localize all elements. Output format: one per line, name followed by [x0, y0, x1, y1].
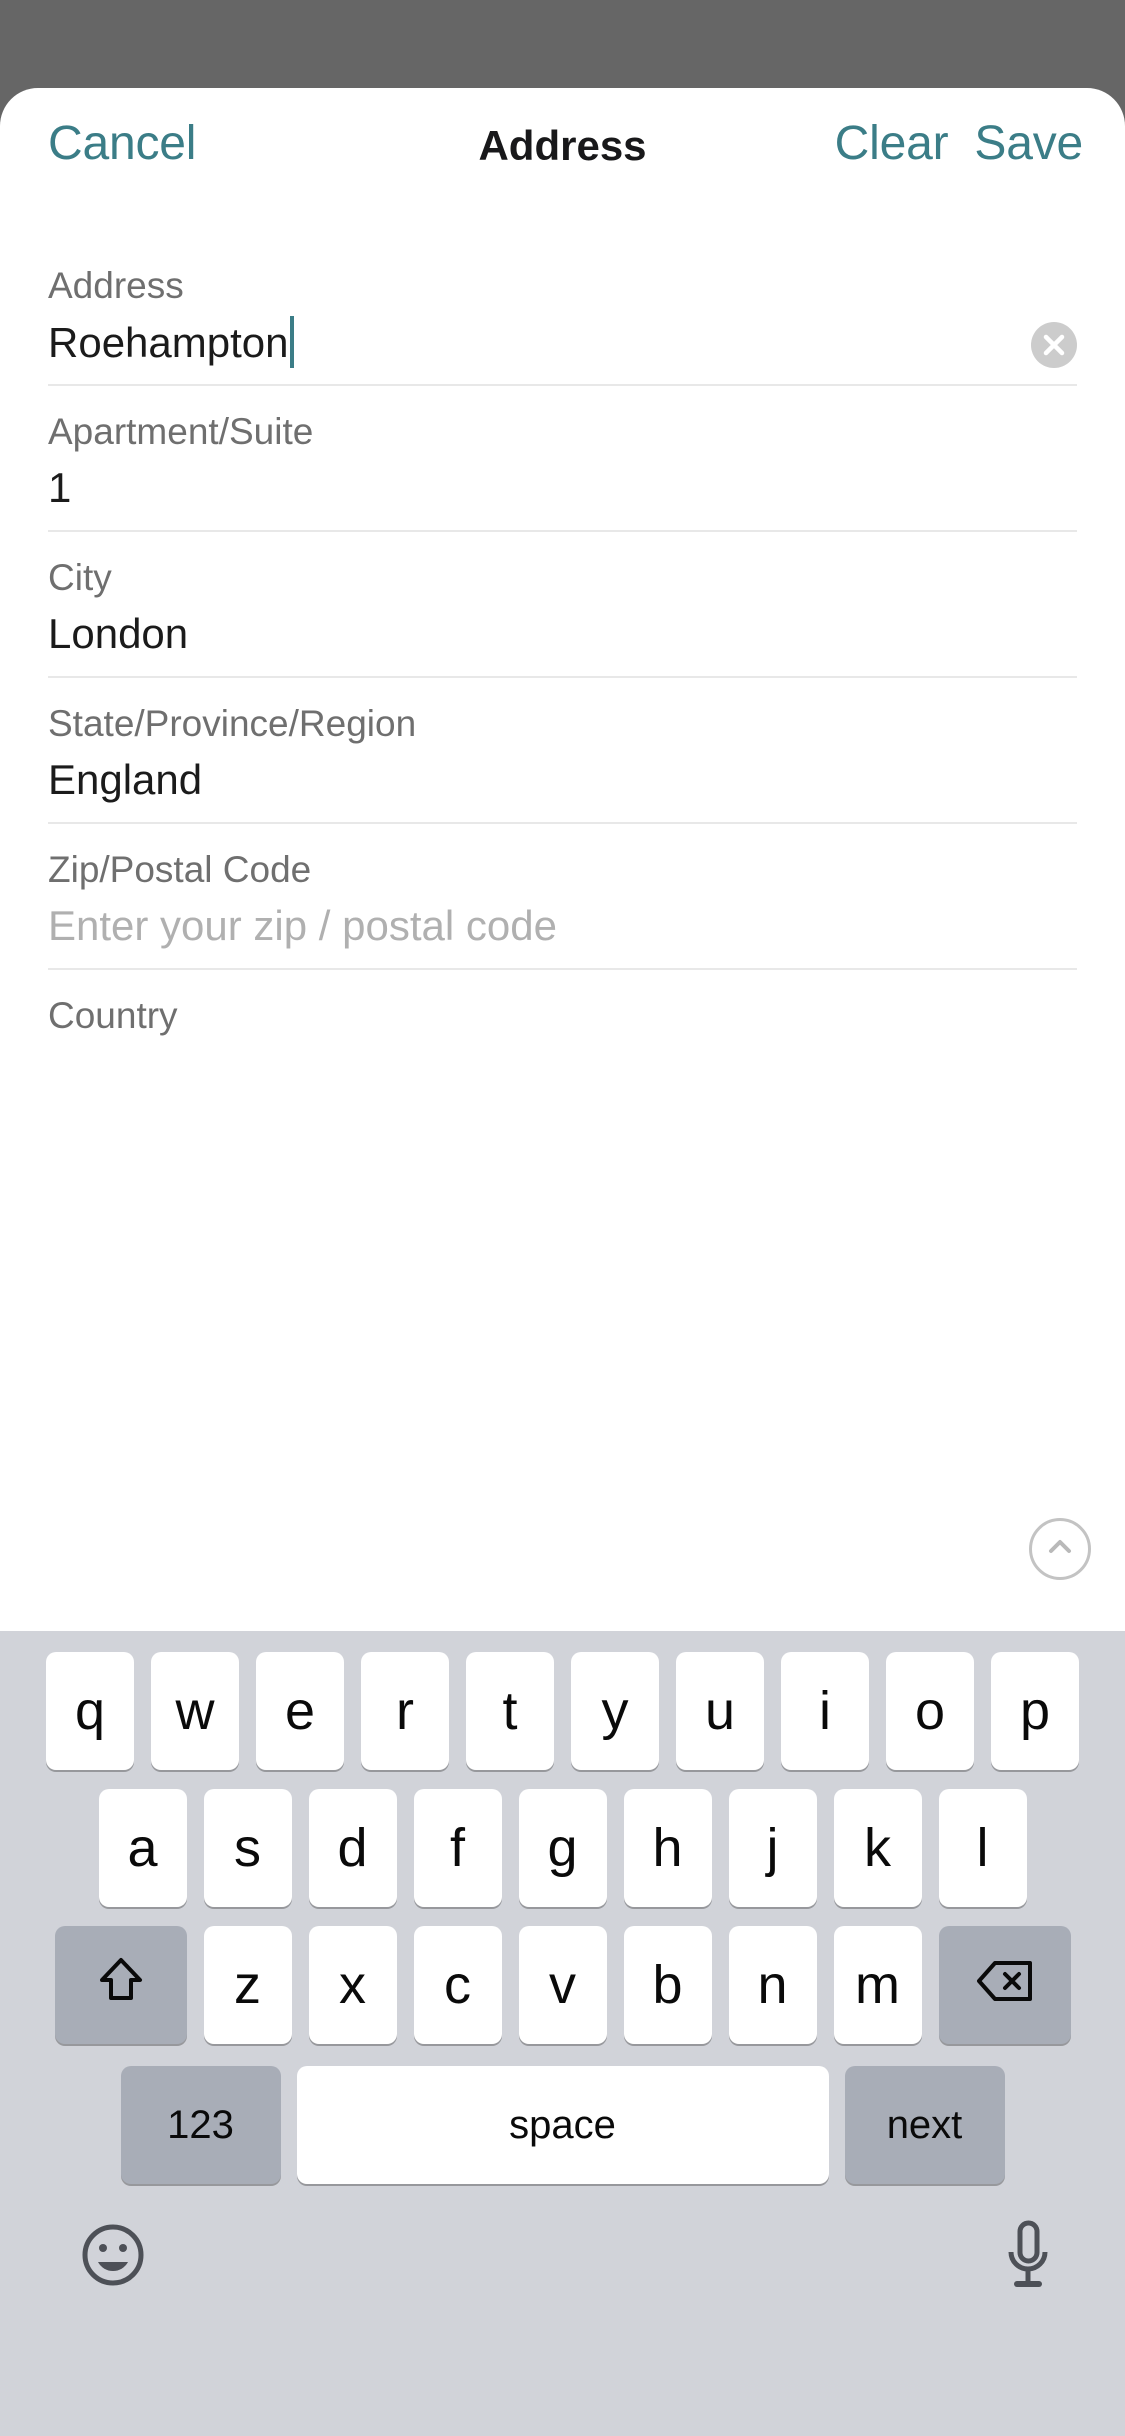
keyboard-row-4: 123 space next — [0, 2044, 1125, 2184]
key-t[interactable]: t — [466, 1652, 554, 1770]
phone-screen: Cancel Address Clear Save Address Roehamp… — [0, 0, 1125, 2436]
key-j[interactable]: j — [728, 1789, 817, 1907]
field-label: Zip/Postal Code — [48, 849, 312, 890]
key-q[interactable]: q — [46, 1652, 134, 1770]
save-button[interactable]: Save — [974, 116, 1083, 172]
space-key[interactable]: space — [296, 2066, 829, 2184]
key-x[interactable]: x — [308, 1926, 397, 2044]
chevron-up-icon — [1043, 1530, 1077, 1569]
key-b[interactable]: b — [623, 1926, 712, 2044]
keyboard-bottom-bar — [0, 2184, 1125, 2394]
keyboard-row-2: asdfghjkl — [0, 1770, 1125, 1907]
form-field-inner: Country — [48, 970, 1077, 1116]
collapse-keyboard-button[interactable] — [1029, 1518, 1091, 1580]
key-z[interactable]: z — [203, 1926, 292, 2044]
field-value[interactable]: 1 — [48, 462, 71, 514]
navbar-actions: Clear Save — [835, 116, 1084, 172]
key-a[interactable]: a — [98, 1789, 187, 1907]
key-h[interactable]: h — [623, 1789, 712, 1907]
clear-button[interactable]: Clear — [835, 116, 949, 172]
emoji-key[interactable] — [80, 2222, 146, 2288]
field-label: Apartment/Suite — [48, 411, 314, 452]
modal-navbar: Cancel Address Clear Save — [0, 88, 1125, 200]
field-value[interactable]: England — [48, 754, 202, 806]
microphone-icon — [1001, 2220, 1055, 2298]
emoji-smiley-icon — [80, 2224, 146, 2292]
form-field[interactable]: City London — [0, 532, 1125, 678]
key-d[interactable]: d — [308, 1789, 397, 1907]
key-e[interactable]: e — [256, 1652, 344, 1770]
form-field-inner: Apartment/Suite 1 — [48, 386, 1077, 532]
key-s[interactable]: s — [203, 1789, 292, 1907]
next-key[interactable]: next — [844, 2066, 1005, 2184]
dictation-key[interactable] — [1001, 2218, 1055, 2292]
address-modal-sheet: Cancel Address Clear Save Address Roehamp… — [0, 88, 1125, 2436]
key-y[interactable]: y — [571, 1652, 659, 1770]
form-field-inner: State/Province/Region England — [48, 678, 1077, 824]
key-m[interactable]: m — [833, 1926, 922, 2044]
key-u[interactable]: u — [676, 1652, 764, 1770]
backspace-icon — [975, 1957, 1035, 2014]
field-label: State/Province/Region — [48, 703, 417, 744]
form-field[interactable]: State/Province/Region England — [0, 678, 1125, 824]
field-label: Address — [48, 265, 184, 306]
field-value[interactable]: London — [48, 608, 188, 660]
field-placeholder[interactable]: Enter your zip / postal code — [48, 900, 557, 952]
keyboard-row-1: qwertyuiop — [0, 1631, 1125, 1770]
form-field[interactable]: Country — [0, 970, 1125, 1116]
form-field[interactable]: Address Roehampton — [0, 200, 1125, 386]
key-l[interactable]: l — [938, 1789, 1027, 1907]
key-i[interactable]: i — [781, 1652, 869, 1770]
form-field[interactable]: Apartment/Suite 1 — [0, 386, 1125, 532]
key-n[interactable]: n — [728, 1926, 817, 2044]
form-field-inner: Zip/Postal Code Enter your zip / postal c… — [48, 824, 1077, 970]
on-screen-keyboard: qwertyuiop asdfghjkl zxcvbnm 123 space n… — [0, 1631, 1125, 2436]
field-label: Country — [48, 995, 178, 1036]
shift-key[interactable] — [54, 1926, 187, 2044]
form-field-inner: City London — [48, 532, 1077, 678]
field-label: City — [48, 557, 112, 598]
form-field-inner: Address Roehampton — [48, 240, 1077, 386]
address-form: Address Roehampton Apartment/Suite 1 City Lon… — [0, 200, 1125, 1116]
clear-text-icon[interactable] — [1031, 322, 1077, 368]
key-w[interactable]: w — [151, 1652, 239, 1770]
key-v[interactable]: v — [518, 1926, 607, 2044]
backspace-key[interactable] — [938, 1926, 1071, 2044]
keyboard-row-3-letters: zxcvbnm — [203, 1926, 922, 2044]
key-o[interactable]: o — [886, 1652, 974, 1770]
key-c[interactable]: c — [413, 1926, 502, 2044]
key-g[interactable]: g — [518, 1789, 607, 1907]
key-r[interactable]: r — [361, 1652, 449, 1770]
key-f[interactable]: f — [413, 1789, 502, 1907]
shift-arrow-icon — [95, 1952, 147, 2019]
keyboard-row-3: zxcvbnm — [0, 1907, 1125, 2044]
field-value[interactable]: Roehampton — [48, 316, 294, 369]
form-field[interactable]: Zip/Postal Code Enter your zip / postal c… — [0, 824, 1125, 970]
numeric-mode-key[interactable]: 123 — [120, 2066, 281, 2184]
key-p[interactable]: p — [991, 1652, 1079, 1770]
key-k[interactable]: k — [833, 1789, 922, 1907]
text-caret — [289, 316, 294, 368]
